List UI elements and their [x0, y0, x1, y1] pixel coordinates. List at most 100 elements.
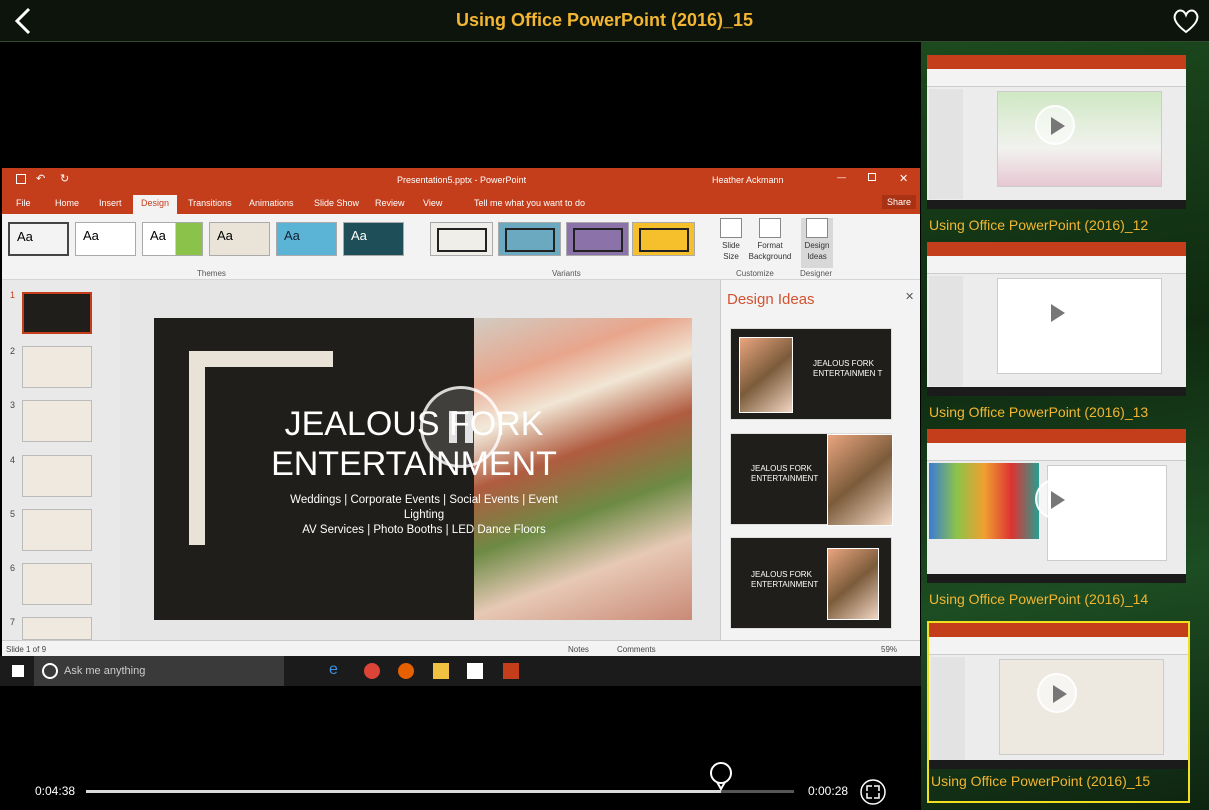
tab-transitions[interactable]: Transitions: [188, 198, 232, 208]
playlist-item-13[interactable]: Using Office PowerPoint (2016)_13: [927, 242, 1188, 430]
thumb-slide: [999, 659, 1164, 755]
notes-button[interactable]: Notes: [568, 645, 589, 654]
ppt-title-bar: ↶ ↻ Presentation5.pptx - PowerPoint Heat…: [2, 168, 920, 192]
thumb-ribbon: [927, 443, 1186, 461]
tab-insert[interactable]: Insert: [99, 198, 122, 208]
thumb-number: 3: [10, 400, 16, 410]
share-button[interactable]: Share: [882, 195, 917, 209]
slide-counter: Slide 1 of 9: [6, 645, 47, 654]
comments-button[interactable]: Comments: [617, 645, 656, 654]
subtitle-line: Weddings | Corporate Events | Social Eve…: [290, 494, 558, 506]
powerpoint-taskbar-icon[interactable]: [503, 663, 519, 679]
tab-view[interactable]: View: [423, 198, 442, 208]
edge-icon[interactable]: e: [329, 661, 345, 678]
file-explorer-icon[interactable]: [433, 663, 449, 679]
windows-taskbar: Ask me anything e: [0, 656, 921, 686]
slide-canvas[interactable]: JEALOUS FORK ENTERTAINMENT Weddings | Cor…: [154, 318, 692, 620]
seek-handle[interactable]: [709, 762, 733, 792]
thumb-number: 4: [10, 455, 16, 465]
seek-bar[interactable]: [86, 790, 794, 793]
chrome-icon[interactable]: [364, 663, 380, 679]
slide-thumb-6[interactable]: [22, 563, 92, 605]
group-label-variants: Variants: [552, 269, 581, 278]
pane-close-icon[interactable]: ✕: [905, 290, 914, 303]
theme-thumb-2[interactable]: Aa: [75, 222, 136, 256]
close-icon[interactable]: ✕: [899, 172, 908, 185]
tell-me-box[interactable]: Tell me what you want to do: [474, 198, 585, 208]
theme-gallery: [929, 463, 1039, 539]
redo-icon[interactable]: ↻: [60, 172, 69, 185]
variant-4[interactable]: [632, 222, 695, 256]
design-idea-2[interactable]: JEALOUS FORK ENTERTAINMENT: [730, 433, 893, 526]
playlist-item-12[interactable]: Using Office PowerPoint (2016)_12: [927, 55, 1188, 243]
format-background-button[interactable]: Format Background: [746, 218, 794, 262]
design-ideas-button[interactable]: Design Ideas: [801, 218, 833, 268]
slide-title-line: JEALOUS FORK: [284, 405, 544, 443]
tab-home[interactable]: Home: [55, 198, 79, 208]
windows-start-icon[interactable]: [12, 665, 24, 677]
store-icon[interactable]: [467, 663, 483, 679]
ribbon-tabs: File Home Insert Design Transitions Anim…: [2, 192, 920, 214]
taskbar-search[interactable]: Ask me anything: [34, 656, 284, 686]
slide-thumb-2[interactable]: [22, 346, 92, 388]
group-label-customize: Customize: [736, 269, 774, 278]
theme-thumb-1[interactable]: Aa: [8, 222, 69, 256]
theme-thumb-6[interactable]: Aa: [343, 222, 404, 256]
restore-icon[interactable]: [868, 173, 876, 181]
user-name: Heather Ackmann: [712, 175, 784, 185]
play-icon: [1037, 673, 1077, 713]
thumb-number: 1: [10, 290, 16, 300]
variant-3[interactable]: [566, 222, 629, 256]
playlist-item-14[interactable]: Using Office PowerPoint (2016)_14: [927, 429, 1188, 617]
playlist-item-15[interactable]: Using Office PowerPoint (2016)_15: [927, 621, 1190, 803]
slide-title-line: ENTERTAINMENT: [271, 445, 557, 483]
design-ideas-icon: [806, 218, 828, 238]
play-icon: [1035, 105, 1075, 145]
thumb-ribbon: [929, 623, 1188, 637]
variant-2[interactable]: [498, 222, 561, 256]
variant-1[interactable]: [430, 222, 493, 256]
slide-thumb-7[interactable]: [22, 617, 92, 640]
player-controls: 0:04:38 0:00:28: [0, 762, 921, 810]
thumb-number: 5: [10, 509, 16, 519]
design-ideas-pane: Design Ideas ✕ JEALOUS FORK ENTERTAINMEN…: [720, 280, 920, 640]
slide-size-button[interactable]: Slide Size: [714, 218, 748, 262]
play-icon: [1035, 292, 1075, 332]
tab-design[interactable]: Design: [133, 195, 178, 214]
pause-icon[interactable]: [420, 386, 502, 468]
theme-thumb-3[interactable]: Aa: [142, 222, 203, 256]
firefox-icon[interactable]: [398, 663, 414, 679]
tab-file[interactable]: File: [16, 198, 31, 208]
zoom-level[interactable]: 59%: [881, 645, 897, 654]
fullscreen-icon[interactable]: [860, 779, 886, 805]
thumb-taskbar: [927, 200, 1186, 209]
seek-bar-progress: [86, 790, 722, 793]
heart-icon[interactable]: [1171, 7, 1201, 35]
thumb-taskbar: [927, 574, 1186, 583]
slide-thumb-5[interactable]: [22, 509, 92, 551]
slide-thumb-1[interactable]: [22, 292, 92, 334]
design-idea-1[interactable]: JEALOUS FORK ENTERTAINMEN T: [730, 328, 892, 420]
minimize-icon[interactable]: —: [837, 172, 846, 182]
design-idea-3[interactable]: JEALOUS FORK ENTERTAINMENT: [730, 537, 892, 629]
remaining-time: 0:00:28: [808, 784, 849, 798]
thumb-slide: [997, 91, 1162, 187]
playlist-item-title: Using Office PowerPoint (2016)_14: [929, 591, 1149, 607]
tab-animations[interactable]: Animations: [249, 198, 294, 208]
undo-icon[interactable]: ↶: [36, 172, 45, 185]
thumb-pane: [929, 276, 963, 386]
theme-thumb-5[interactable]: Aa: [276, 222, 337, 256]
playlist-thumbnail: [927, 429, 1186, 583]
tab-review[interactable]: Review: [375, 198, 405, 208]
tab-slide-show[interactable]: Slide Show: [314, 198, 359, 208]
format-background-icon: [759, 218, 781, 238]
playlist-thumbnail: [929, 623, 1188, 769]
thumb-ribbon: [927, 55, 1186, 69]
slide-thumb-3[interactable]: [22, 400, 92, 442]
group-label-designer: Designer: [800, 269, 833, 278]
thumb-taskbar: [927, 387, 1186, 396]
theme-thumb-4[interactable]: Aa: [209, 222, 270, 256]
slide-thumb-4[interactable]: [22, 455, 92, 497]
video-player[interactable]: ↶ ↻ Presentation5.pptx - PowerPoint Heat…: [0, 42, 921, 810]
save-icon[interactable]: [16, 174, 26, 184]
